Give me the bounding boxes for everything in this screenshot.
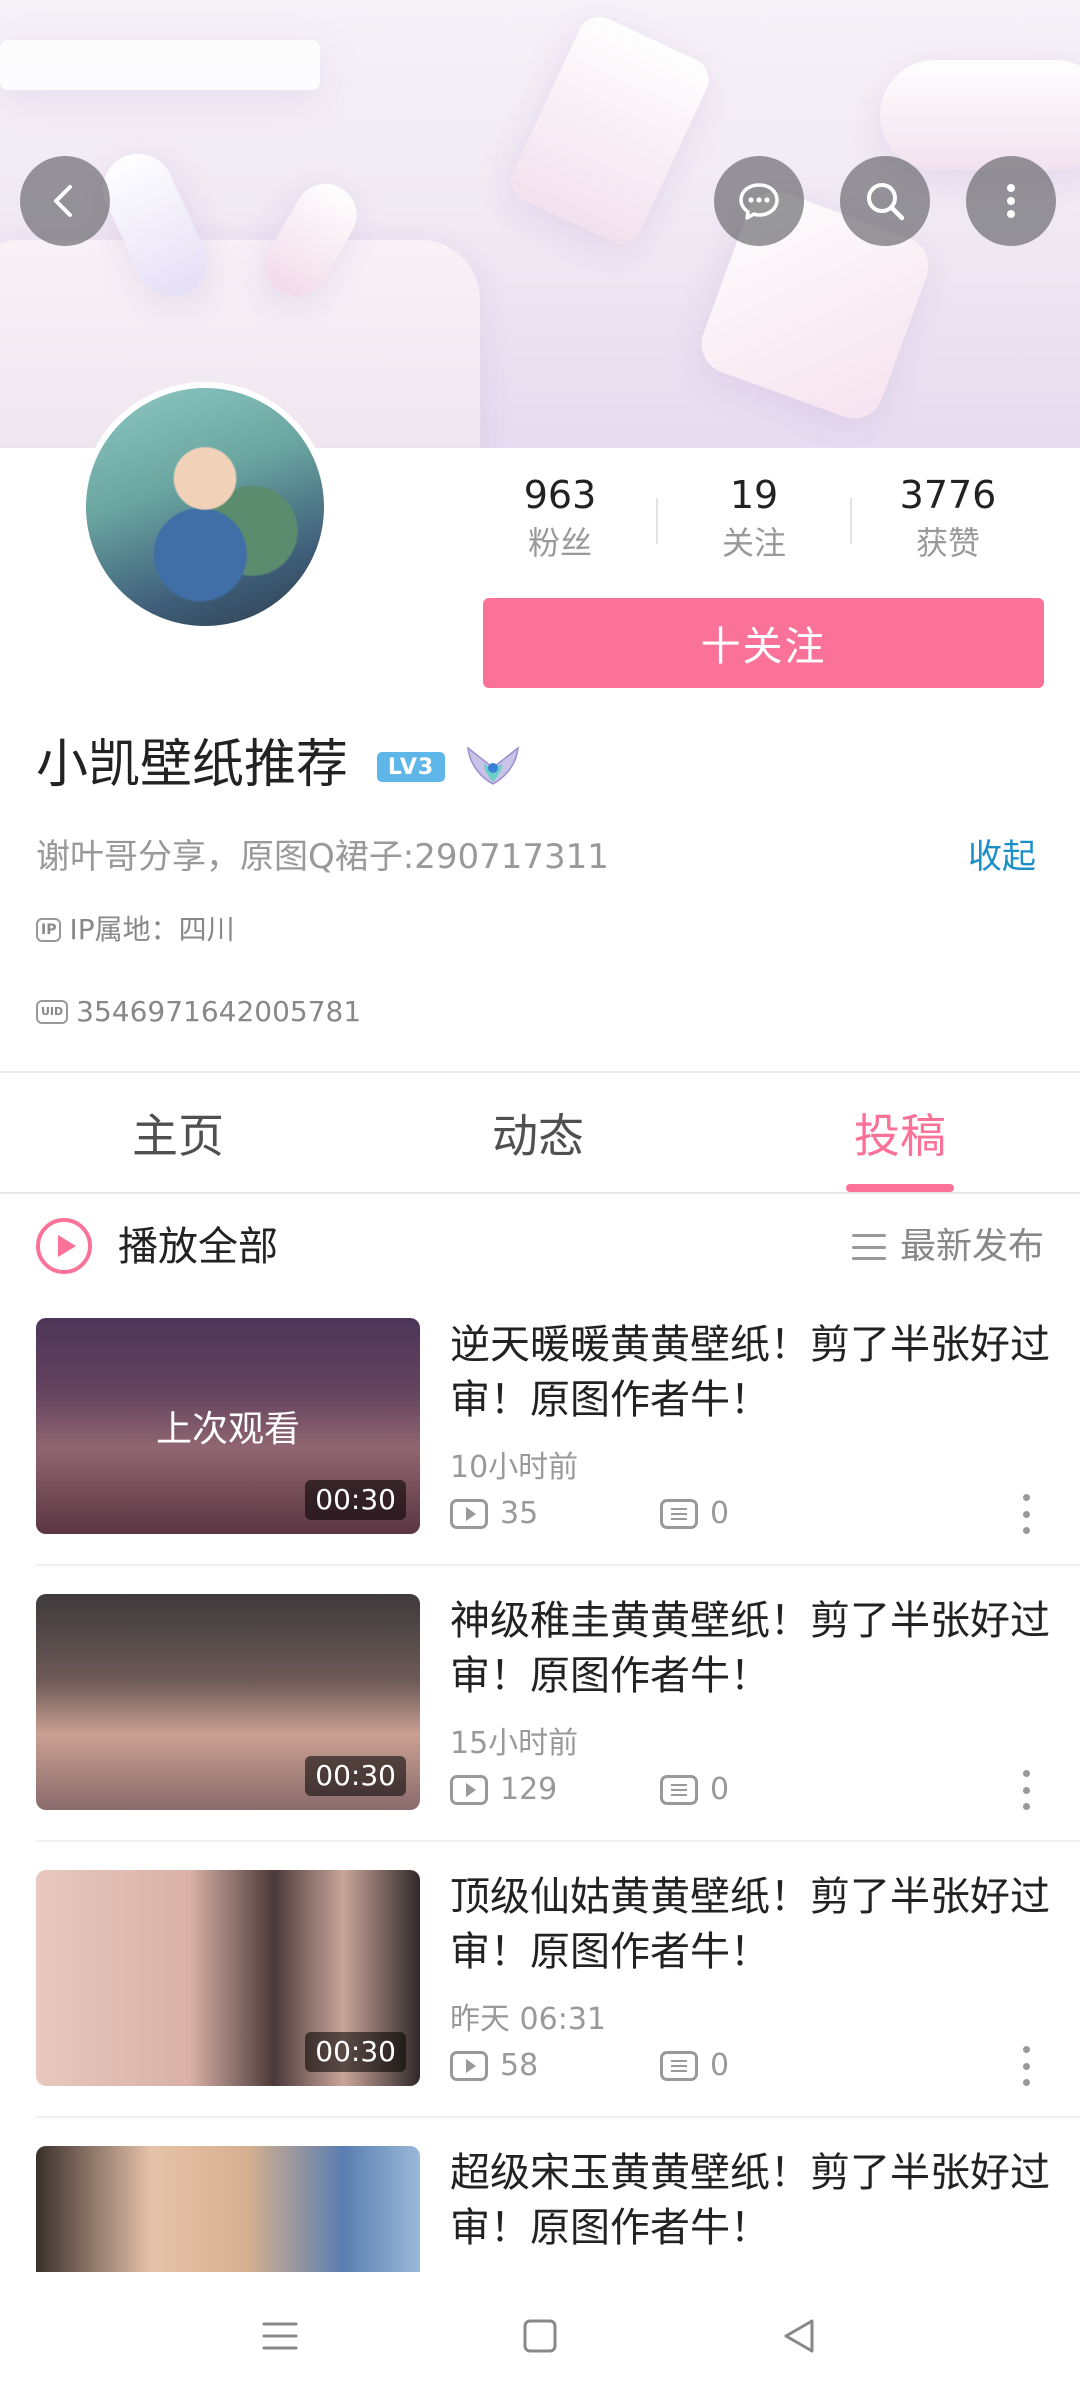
collapse-link[interactable]: 收起 — [968, 832, 1036, 882]
play-all-button[interactable]: 播放全部 — [118, 1222, 278, 1272]
ip-location-text: IP属地：四川 — [69, 913, 235, 946]
stat-value: 963 — [523, 473, 597, 517]
video-item[interactable]: 00:30 顶级仙姑黄黄壁纸！剪了半张好过审！原图作者牛！ 昨天 06:31 5… — [0, 1870, 1080, 2146]
video-thumbnail[interactable]: 00:30 — [36, 1594, 420, 1810]
comment-count: 0 — [710, 2048, 730, 2083]
stat-label: 粉丝 — [527, 524, 592, 562]
follow-button[interactable]: 十关注 — [483, 598, 1044, 688]
bio-text: 谢叶哥分享，原图Q裙子:290717311 — [36, 837, 609, 877]
comment-count: 0 — [710, 1772, 730, 1807]
video-thumbnail[interactable]: 00:30 — [36, 1870, 420, 2086]
message-button[interactable] — [714, 156, 804, 246]
row-divider — [36, 1840, 1080, 1842]
comment-count-icon — [660, 1775, 698, 1805]
back-triangle-icon[interactable] — [776, 2312, 824, 2360]
play-count: 35 — [500, 1496, 539, 1531]
row-divider — [36, 2116, 1080, 2118]
sort-button[interactable]: 最新发布 — [852, 1222, 1044, 1272]
stat-value: 19 — [729, 473, 779, 517]
level-badge: LV3 — [377, 752, 445, 782]
username: 小凯壁纸推荐 — [36, 735, 349, 795]
comment-count: 0 — [710, 1496, 730, 1531]
home-square-icon[interactable] — [516, 2312, 564, 2360]
uid-tag-icon: UID — [36, 1000, 69, 1024]
play-count-icon — [450, 2051, 488, 2081]
ip-tag-icon: IP — [36, 918, 62, 942]
stat-following[interactable]: 19 关注 — [664, 470, 844, 566]
search-button[interactable] — [840, 156, 930, 246]
tab-home[interactable]: 主页 — [132, 1100, 224, 1172]
avatar[interactable] — [80, 382, 330, 632]
more-options-button[interactable] — [966, 156, 1056, 246]
more-vertical-icon — [1007, 184, 1015, 218]
play-count: 129 — [500, 1772, 558, 1807]
comment-count-icon — [660, 2051, 698, 2081]
video-stats: 129 0 — [450, 1770, 729, 1810]
stat-divider — [850, 498, 852, 544]
chat-bubble-icon — [739, 183, 779, 220]
tab-submissions[interactable]: 投稿 — [854, 1100, 946, 1172]
video-title[interactable]: 神级稚圭黄黄壁纸！剪了半张好过审！原图作者牛！ — [450, 1594, 1050, 1704]
video-time: 15小时前 — [450, 1726, 579, 1761]
play-count-icon — [450, 1499, 488, 1529]
stat-label: 获赞 — [915, 524, 980, 562]
more-vertical-icon[interactable] — [1020, 1770, 1032, 1810]
more-vertical-icon[interactable] — [1020, 1494, 1032, 1534]
menu-icon[interactable] — [256, 2312, 304, 2360]
tab-indicator — [846, 1184, 954, 1192]
section-divider — [0, 1071, 1080, 1073]
profile-page: 963 粉丝 19 关注 3776 获赞 十关注 小凯壁纸推荐 LV3 谢叶哥分… — [0, 0, 1080, 2400]
video-duration: 00:30 — [305, 2032, 406, 2072]
video-thumbnail[interactable]: 上次观看 00:30 — [36, 1318, 420, 1534]
back-button[interactable] — [20, 156, 110, 246]
stat-value: 3776 — [899, 473, 997, 517]
video-time: 昨天 06:31 — [450, 2002, 606, 2037]
wing-badge-icon — [467, 746, 519, 785]
comment-count-icon — [660, 1499, 698, 1529]
system-nav-bar — [0, 2272, 1080, 2400]
video-title[interactable]: 顶级仙姑黄黄壁纸！剪了半张好过审！原图作者牛！ — [450, 1870, 1050, 1980]
back-arrow-icon — [54, 185, 72, 217]
row-divider — [36, 1564, 1080, 1566]
video-item[interactable]: 上次观看 00:30 逆天暖暖黄黄壁纸！剪了半张好过审！原图作者牛！ 10小时前… — [0, 1318, 1080, 1594]
sort-list-icon — [852, 1234, 886, 1260]
video-duration: 00:30 — [305, 1480, 406, 1520]
video-duration: 00:30 — [305, 1756, 406, 1796]
tabs-divider — [0, 1192, 1080, 1194]
ip-location: IP IP属地：四川 — [36, 910, 235, 950]
tab-dynamics[interactable]: 动态 — [492, 1100, 584, 1172]
video-title[interactable]: 逆天暖暖黄黄壁纸！剪了半张好过审！原图作者牛！ — [450, 1318, 1050, 1428]
play-all-icon[interactable] — [36, 1218, 92, 1274]
stat-label: 关注 — [721, 524, 786, 562]
uid-text: 3546971642005781 — [76, 995, 362, 1028]
sort-label: 最新发布 — [900, 1226, 1045, 1267]
video-title[interactable]: 超级宋玉黄黄壁纸！剪了半张好过审！原图作者牛！ — [450, 2146, 1050, 2256]
play-count: 58 — [500, 2048, 539, 2083]
uid-row: UID 3546971642005781 — [36, 992, 361, 1032]
play-count-icon — [450, 1775, 488, 1805]
video-time: 10小时前 — [450, 1450, 579, 1485]
more-vertical-icon[interactable] — [1020, 2046, 1032, 2086]
video-stats: 35 0 — [450, 1494, 729, 1534]
video-item[interactable]: 00:30 神级稚圭黄黄壁纸！剪了半张好过审！原图作者牛！ 15小时前 129 … — [0, 1594, 1080, 1870]
search-icon — [867, 183, 905, 221]
stat-likes[interactable]: 3776 获赞 — [858, 470, 1038, 566]
stat-divider — [656, 498, 658, 544]
stat-fans[interactable]: 963 粉丝 — [470, 470, 650, 566]
video-stats: 58 0 — [450, 2046, 729, 2086]
